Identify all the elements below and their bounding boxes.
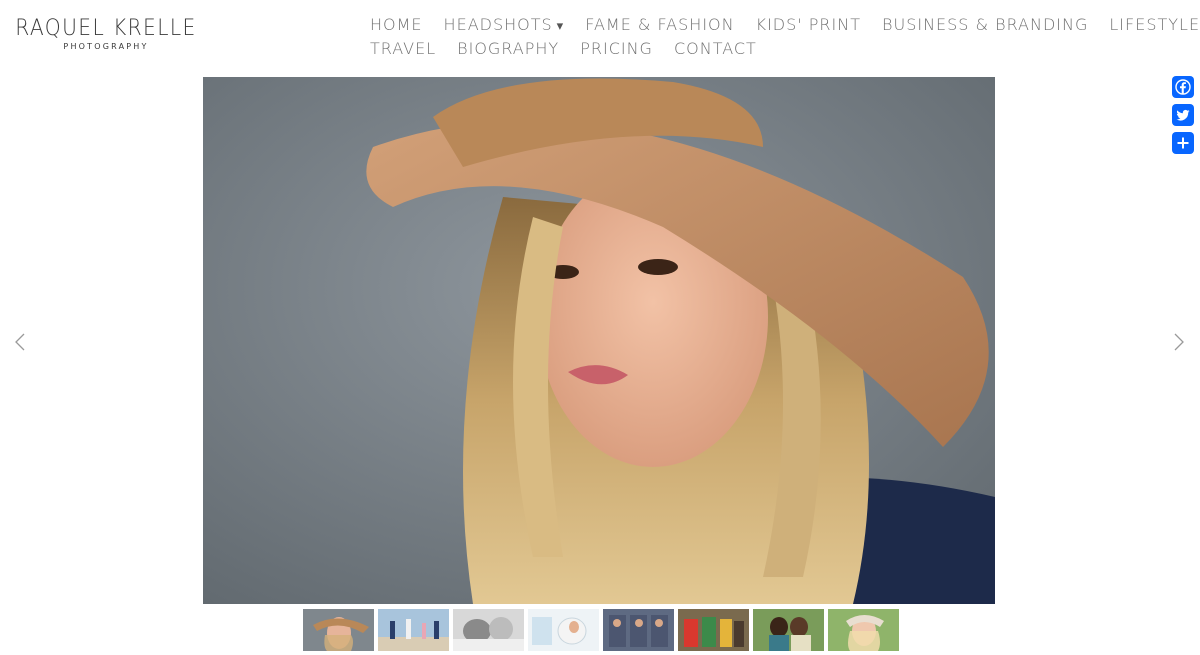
prev-slide-button[interactable]: [10, 330, 30, 354]
nav-label: BIOGRAPHY: [457, 38, 560, 58]
thumbnail-3[interactable]: [453, 609, 524, 651]
more-share-button[interactable]: [1172, 132, 1194, 154]
page: RAQUEL KRELLE PHOTOGRAPHY HOME HEADSHOTS…: [0, 0, 1200, 655]
next-slide-button[interactable]: [1169, 330, 1189, 354]
facebook-share-button[interactable]: [1172, 76, 1194, 98]
logo-tagline: PHOTOGRAPHY: [63, 42, 149, 51]
nav-item-travel[interactable]: TRAVEL: [370, 39, 436, 58]
thumbnail-6[interactable]: [678, 609, 749, 651]
share-bar: [1172, 76, 1195, 160]
chevron-right-icon: [1174, 333, 1184, 351]
nav-item-contact[interactable]: CONTACT: [674, 39, 757, 58]
facebook-icon: [1175, 79, 1191, 95]
thumbnail-7[interactable]: [753, 609, 824, 651]
nav-label: FAME & FASHION: [585, 14, 735, 34]
twitter-icon: [1176, 109, 1190, 121]
nav-item-pricing[interactable]: PRICING: [580, 39, 653, 58]
nav-label: TRAVEL: [370, 38, 437, 58]
thumbnail-2[interactable]: [378, 609, 449, 651]
nav-item-lifestyle[interactable]: LIFESTYLE: [1109, 15, 1200, 34]
share-plus-icon: [1177, 137, 1189, 149]
nav-item-business-branding[interactable]: BUSINESS & BRANDING: [882, 15, 1088, 34]
nav-label: CONTACT: [673, 38, 757, 58]
thumbnail-4[interactable]: [528, 609, 599, 651]
nav-label: BUSINESS & BRANDING: [882, 14, 1089, 34]
nav-label: LIFESTYLE: [1109, 14, 1200, 34]
portrait-photo: [203, 77, 995, 604]
nav-label: HOME: [370, 14, 423, 34]
thumbnail-strip: [303, 609, 899, 651]
nav-row-1: HOME HEADSHOTS ▾ FAME & FASHION KIDS' PRI…: [370, 12, 1199, 36]
nav-label: PRICING: [580, 38, 653, 58]
nav-row-2: TRAVEL BIOGRAPHY PRICING CONTACT: [370, 36, 1170, 60]
thumbnail-5[interactable]: [603, 609, 674, 651]
nav-item-kids-print[interactable]: KIDS' PRINT: [756, 15, 861, 34]
main-slide-image[interactable]: [203, 77, 995, 604]
nav-item-fame-fashion[interactable]: FAME & FASHION: [585, 15, 734, 34]
main-nav: HOME HEADSHOTS ▾ FAME & FASHION KIDS' PRI…: [370, 12, 1199, 60]
site-logo[interactable]: RAQUEL KRELLE PHOTOGRAPHY: [6, 16, 206, 52]
logo-name: RAQUEL KRELLE: [15, 16, 197, 41]
nav-label: KIDS' PRINT: [755, 14, 861, 34]
nav-item-biography[interactable]: BIOGRAPHY: [457, 39, 559, 58]
dropdown-caret-icon: ▾: [556, 18, 565, 34]
twitter-share-button[interactable]: [1172, 104, 1194, 126]
nav-label: HEADSHOTS: [443, 14, 553, 34]
nav-item-home[interactable]: HOME: [370, 15, 423, 34]
thumbnail-1[interactable]: [303, 609, 374, 651]
nav-item-headshots[interactable]: HEADSHOTS ▾: [444, 15, 565, 34]
chevron-left-icon: [15, 333, 25, 351]
thumbnail-8[interactable]: [828, 609, 899, 651]
